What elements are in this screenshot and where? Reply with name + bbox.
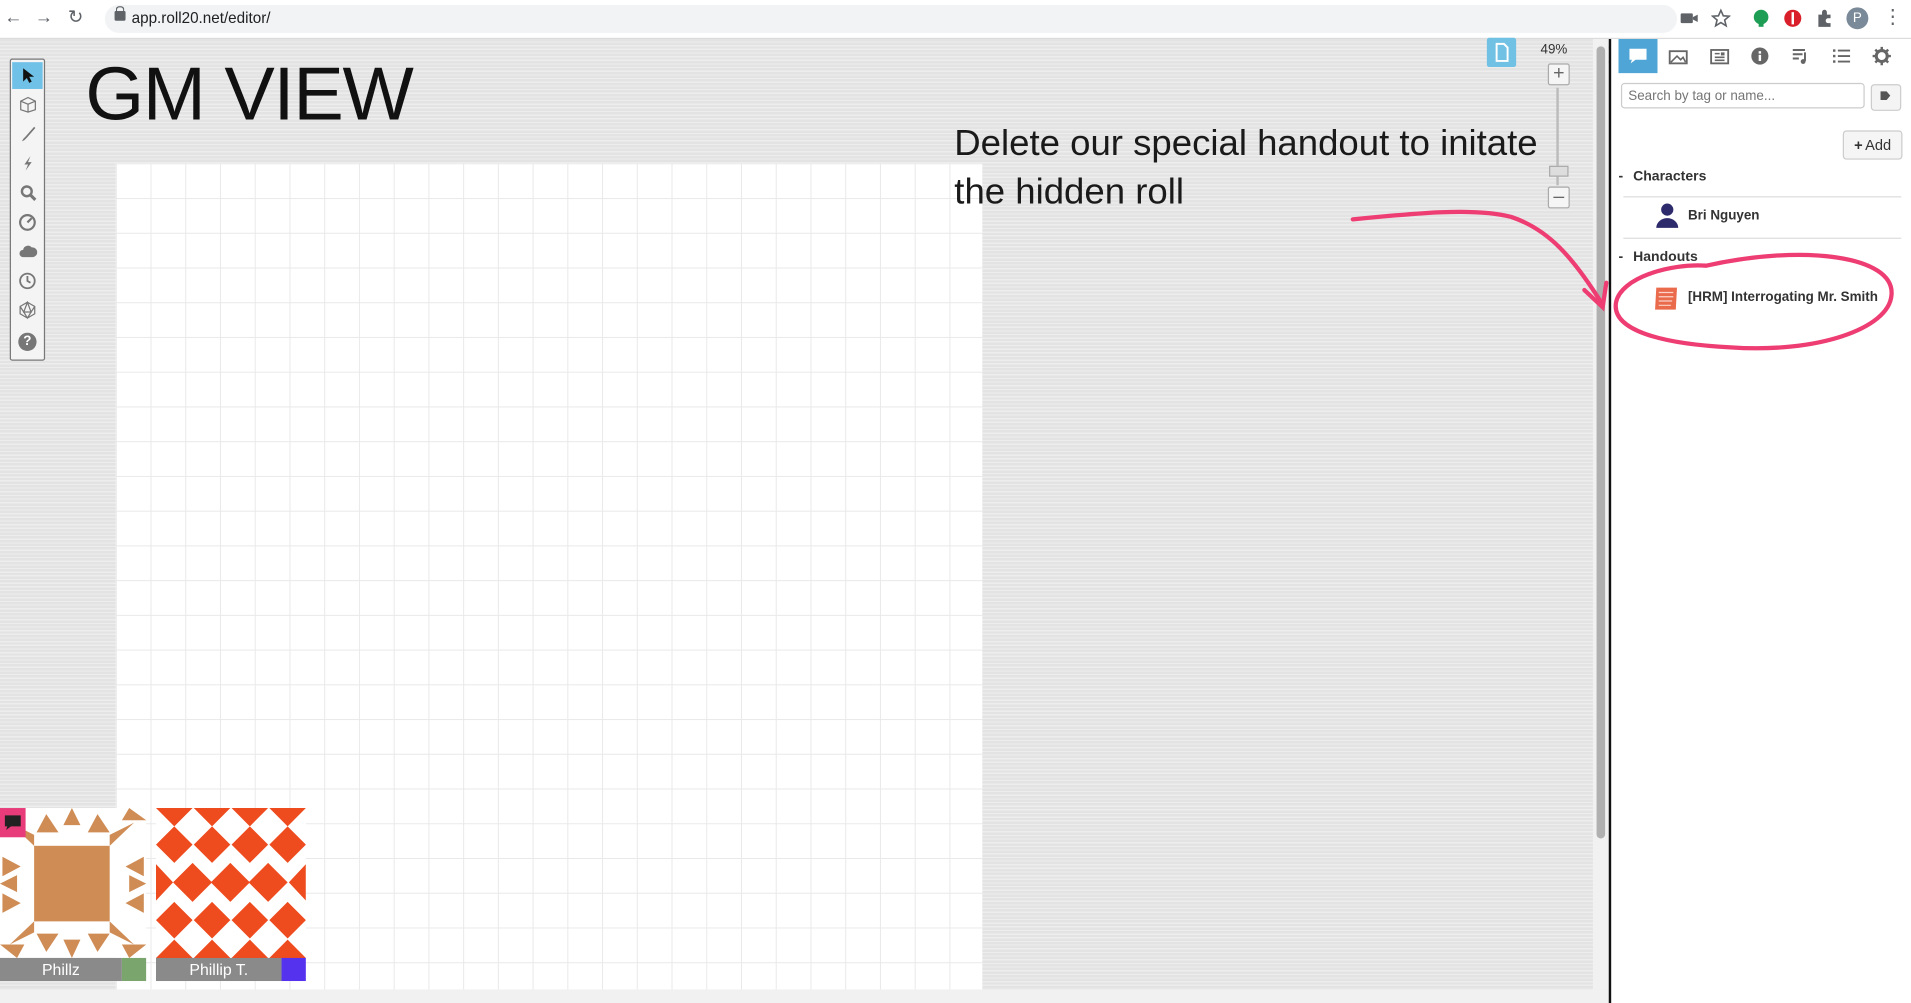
star-icon[interactable] bbox=[1711, 8, 1731, 29]
divider bbox=[1623, 196, 1902, 198]
sidebar-tabs bbox=[1611, 39, 1911, 74]
extension-red-icon[interactable] bbox=[1783, 9, 1803, 29]
tab-art-library[interactable] bbox=[1659, 39, 1698, 73]
player-name: Phillip T. bbox=[156, 957, 282, 982]
tag-icon bbox=[1880, 91, 1891, 100]
add-button[interactable]: + Add bbox=[1842, 130, 1903, 160]
brush-icon[interactable] bbox=[12, 121, 42, 148]
journal-icon bbox=[1710, 49, 1730, 65]
gear-icon bbox=[1872, 46, 1891, 66]
art-library-icon bbox=[1668, 50, 1688, 65]
measure-ruler-icon[interactable] bbox=[12, 208, 42, 235]
player-color-swatch[interactable] bbox=[281, 957, 306, 982]
help-icon[interactable]: ? bbox=[12, 328, 42, 355]
zoom-percentage: 49% bbox=[1540, 42, 1568, 58]
tab-settings[interactable] bbox=[1862, 39, 1901, 73]
browser-toolbar: ← → ↻ app.roll20.net/editor/ P ⋮ bbox=[0, 0, 1911, 39]
page-toolbar-button[interactable] bbox=[1486, 37, 1517, 68]
player-avatar-quilt bbox=[156, 808, 306, 958]
annotation-text: Delete our special handout to initate th… bbox=[954, 119, 1588, 217]
magnifier-icon[interactable] bbox=[12, 179, 42, 206]
select-tool-icon[interactable] bbox=[12, 62, 43, 89]
zoom-slider-handle[interactable] bbox=[1549, 165, 1569, 177]
player-tile-phillip-t[interactable]: Phillip T. bbox=[156, 808, 306, 982]
zoom-in-button[interactable]: + bbox=[1547, 63, 1570, 86]
zoom-out-button[interactable]: – bbox=[1547, 186, 1570, 209]
plus-icon: + bbox=[1854, 136, 1863, 154]
extension-green-icon[interactable] bbox=[1751, 9, 1771, 29]
player-color-swatch[interactable] bbox=[121, 957, 147, 982]
jukebox-icon bbox=[1792, 48, 1806, 64]
info-icon bbox=[1751, 47, 1769, 65]
puzzle-icon[interactable] bbox=[1815, 9, 1835, 29]
tool-palette: ? bbox=[9, 58, 46, 361]
folder-characters-label: Characters bbox=[1633, 169, 1707, 185]
browser-menu-icon[interactable]: ⋮ bbox=[1883, 7, 1903, 29]
dice-icon[interactable] bbox=[12, 296, 42, 323]
chat-icon bbox=[1629, 48, 1647, 64]
gm-view-title: GM VIEW bbox=[85, 52, 414, 137]
tab-chat[interactable] bbox=[1618, 39, 1658, 74]
layers-cube-icon[interactable] bbox=[12, 91, 42, 118]
lightning-fx-icon[interactable] bbox=[12, 150, 42, 177]
page-root: ← → ↻ app.roll20.net/editor/ P ⋮ GM VIEW… bbox=[0, 0, 1911, 1003]
fog-cloud-icon[interactable] bbox=[12, 238, 42, 265]
annotation-line-1: Delete our special handout to initate bbox=[954, 123, 1538, 164]
profile-avatar[interactable]: P bbox=[1846, 7, 1869, 30]
lock-icon bbox=[114, 6, 126, 21]
journal-search-input[interactable] bbox=[1620, 82, 1865, 109]
folder-characters[interactable]: - Characters bbox=[1619, 169, 1707, 185]
reload-icon[interactable]: ↻ bbox=[65, 7, 87, 29]
clock-turn-tracker-icon[interactable] bbox=[12, 267, 42, 294]
forward-icon[interactable]: → bbox=[33, 7, 55, 29]
tab-jukebox[interactable] bbox=[1781, 39, 1820, 73]
vertical-scroll-thumb[interactable] bbox=[1596, 46, 1606, 839]
vertical-scrollbar[interactable] bbox=[1592, 39, 1609, 990]
address-bar[interactable]: app.roll20.net/editor/ bbox=[104, 4, 1677, 33]
right-sidebar: + Add - Characters Bri Nguyen - Handouts… bbox=[1608, 39, 1911, 1003]
tab-compendium[interactable] bbox=[1740, 39, 1779, 73]
page-icon bbox=[1495, 42, 1509, 62]
back-icon[interactable]: ← bbox=[2, 7, 24, 29]
tab-journal[interactable] bbox=[1700, 39, 1739, 73]
chat-notification-badge[interactable] bbox=[0, 808, 26, 838]
url-text: app.roll20.net/editor/ bbox=[131, 9, 271, 27]
add-button-label: Add bbox=[1865, 136, 1892, 154]
camera-icon[interactable] bbox=[1679, 9, 1699, 29]
chat-bubble-icon bbox=[4, 815, 21, 830]
player-name: Phillz bbox=[0, 957, 122, 982]
horizontal-scrollbar[interactable] bbox=[0, 989, 1609, 1003]
tab-collections[interactable] bbox=[1822, 39, 1861, 73]
list-icon bbox=[1833, 49, 1851, 63]
annotation-arrow-and-circle bbox=[1350, 209, 1894, 351]
tag-filter-button[interactable] bbox=[1870, 84, 1902, 111]
collapse-dash-icon[interactable]: - bbox=[1619, 169, 1624, 184]
